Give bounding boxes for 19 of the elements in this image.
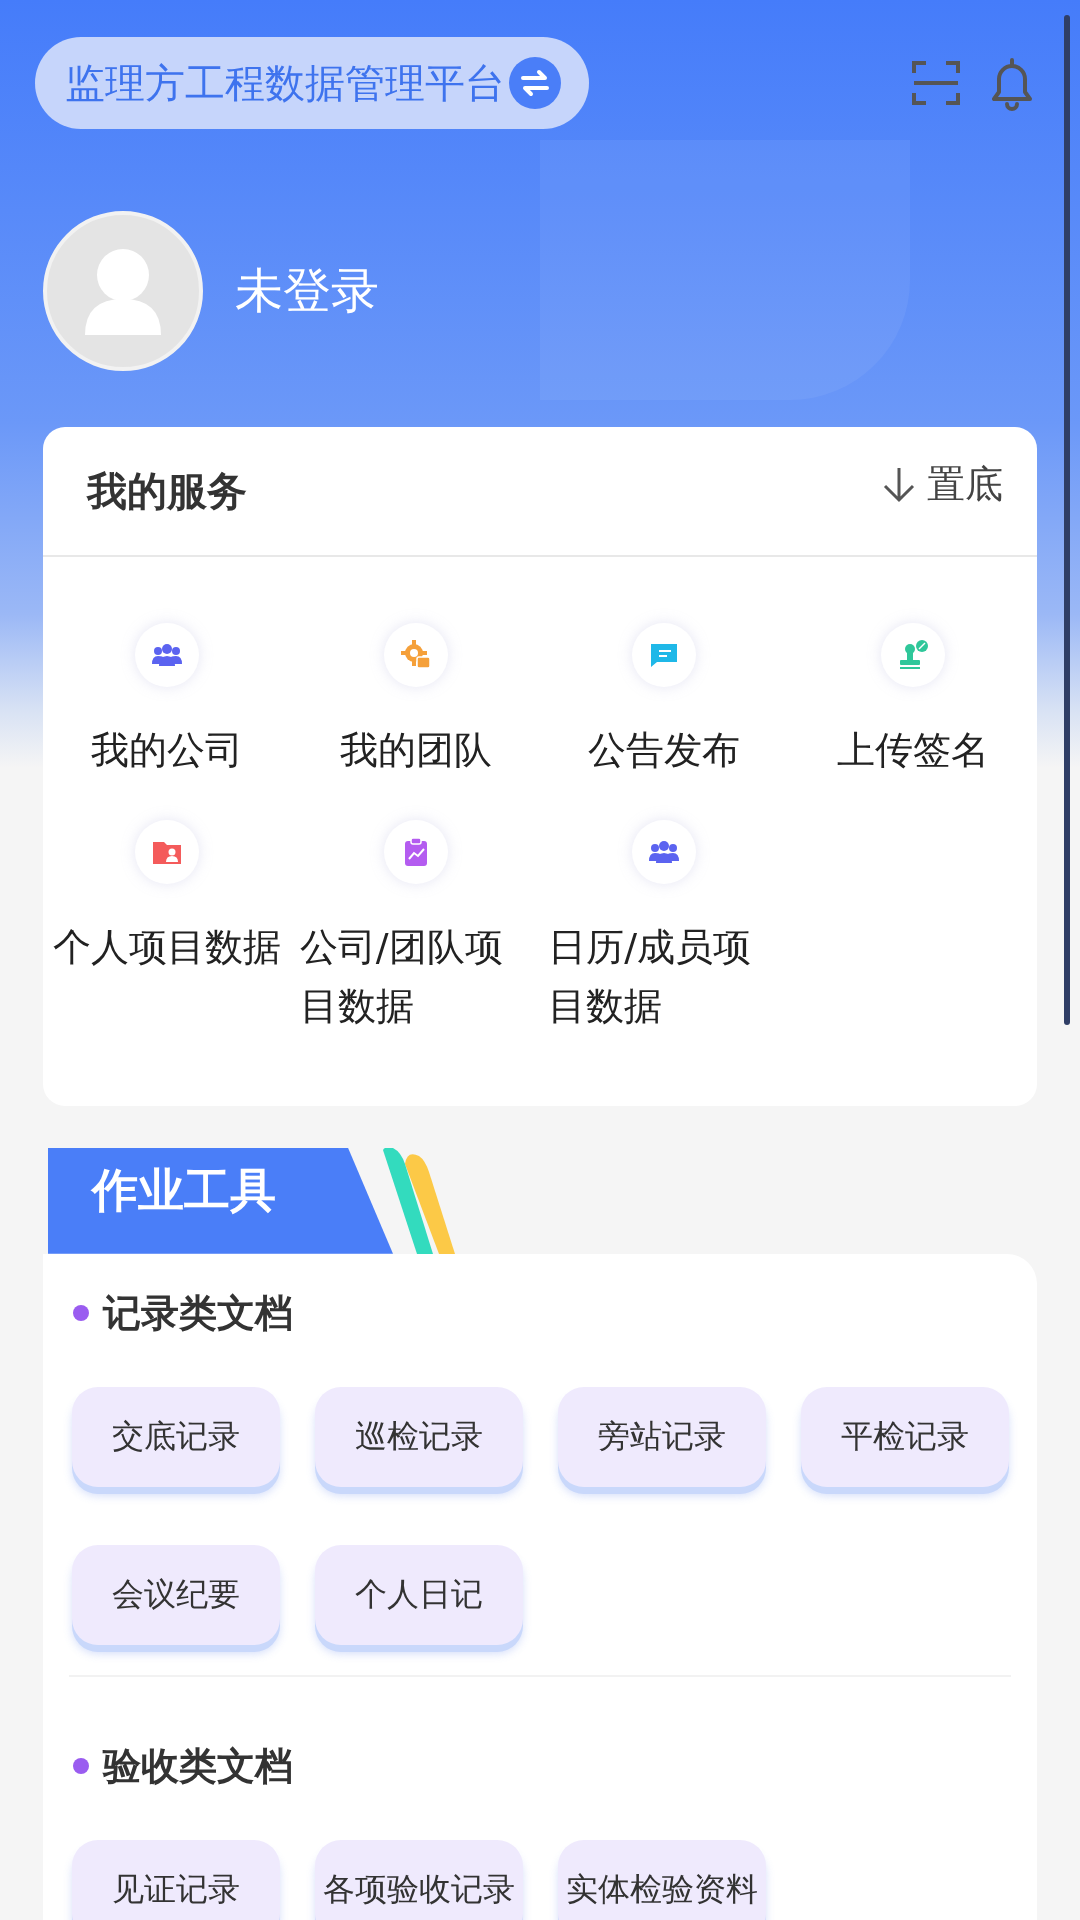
document-type-button[interactable]: 各项验收记录 [315,1839,523,1920]
avatar[interactable] [43,211,203,371]
gear-icon [399,639,432,671]
pin-bottom-button[interactable]: 置底 [879,458,1003,510]
service-item[interactable]: 我的团队 [291,623,540,780]
service-item[interactable]: 公告发布 [540,623,789,780]
category-title: 记录类文档 [103,1289,293,1337]
service-item[interactable]: 我的公司 [43,623,292,780]
bullet-icon [73,1305,89,1322]
bullet-icon [73,1758,89,1775]
service-item[interactable]: 上传签名 [788,623,1037,780]
service-item[interactable]: 日历/成员项目数据 [540,819,789,1036]
category-title: 验收类文档 [103,1742,293,1790]
section-title: 我的服务 [87,466,247,516]
service-item[interactable]: 个人项目数据 [43,819,292,1036]
service-item[interactable]: 公司/团队项目数据 [291,819,540,1036]
swap-icon [509,57,561,109]
document-type-button[interactable]: 见证记录 [72,1839,280,1920]
document-type-button[interactable]: 实体检验资料 [558,1839,766,1920]
